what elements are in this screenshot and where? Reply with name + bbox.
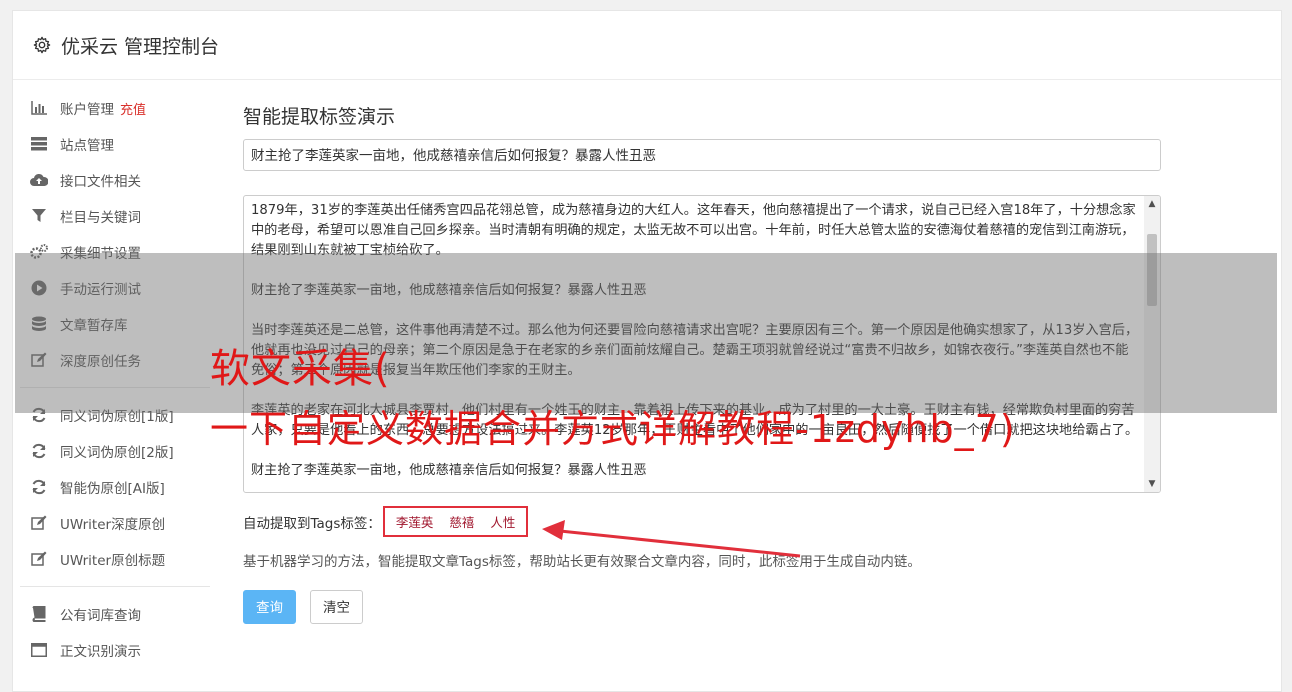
page-title: 优采云 管理控制台 <box>61 35 220 58</box>
tags-label: 自动提取到Tags标签： <box>243 515 381 532</box>
watermark-overlay <box>15 253 1277 413</box>
refresh-icon <box>30 442 48 460</box>
watermark-line-1: 软文采集( <box>210 346 391 392</box>
server-icon <box>30 135 48 153</box>
sidebar-item-label: 智能伪原创[AI版] <box>60 481 165 497</box>
sidebar-item-label: 公有词库查询 <box>60 608 141 624</box>
tags-highlight-box: 李莲英 慈禧 人性 <box>382 506 529 537</box>
watermark-line-2: 一下自定义数据合并方式详解教程-1zdyhb_7) <box>210 407 1016 451</box>
title-input[interactable]: 财主抢了李莲英家一亩地，他成慈禧亲信后如何报复？暴露人性丑恶 <box>243 139 1161 171</box>
bar-chart-icon <box>30 99 48 117</box>
sidebar-item-account[interactable]: 账户管理 充值 <box>20 90 210 126</box>
sidebar-item-label: UWriter原创标题 <box>60 553 166 569</box>
header: 优采云 管理控制台 <box>13 11 1281 80</box>
sidebar-item-label: 接口文件相关 <box>60 174 141 190</box>
tag-item: 李莲英 <box>391 511 438 532</box>
main-content: 智能提取标签演示 财主抢了李莲英家一亩地，他成慈禧亲信后如何报复？暴露人性丑恶 … <box>243 90 1163 624</box>
sidebar-item-columns[interactable]: 栏目与关键词 <box>20 198 210 234</box>
sidebar-item-ai-rewrite[interactable]: 智能伪原创[AI版] <box>20 469 210 505</box>
action-buttons: 查询 清空 <box>243 590 363 624</box>
edit-icon <box>30 550 48 568</box>
sidebar-item-label: 正文识别演示 <box>60 644 141 660</box>
scroll-up-icon[interactable]: ▲ <box>1144 196 1160 212</box>
tags-row: 自动提取到Tags标签： 李莲英 慈禧 人性 <box>243 506 529 537</box>
sidebar-divider <box>20 586 210 587</box>
gear-icon <box>33 36 51 54</box>
sidebar-item-body-recognition[interactable]: 正文识别演示 <box>20 632 210 668</box>
filter-icon <box>30 207 48 225</box>
sidebar-item-uwriter-deep[interactable]: UWriter深度原创 <box>20 505 210 541</box>
section-heading: 智能提取标签演示 <box>243 106 396 128</box>
query-button[interactable]: 查询 <box>243 590 296 624</box>
cloud-upload-icon <box>30 171 48 189</box>
sidebar-item-label: UWriter深度原创 <box>60 517 166 533</box>
sidebar-item-interface[interactable]: 接口文件相关 <box>20 162 210 198</box>
sidebar-item-label: 栏目与关键词 <box>60 210 141 226</box>
window-icon <box>30 641 48 659</box>
sidebar-item-label: 账户管理 <box>60 102 114 118</box>
sidebar-item-uwriter-title[interactable]: UWriter原创标题 <box>20 541 210 577</box>
sidebar-item-sites[interactable]: 站点管理 <box>20 126 210 162</box>
sidebar-item-label: 同义词伪原创[2版] <box>60 445 174 461</box>
sidebar-item-synonym-v2[interactable]: 同义词伪原创[2版] <box>20 433 210 469</box>
description-text: 基于机器学习的方法，智能提取文章Tags标签，帮助站长更有效聚合文章内容，同时，… <box>243 554 921 570</box>
book-icon <box>30 605 48 623</box>
scroll-down-icon[interactable]: ▼ <box>1144 476 1160 492</box>
refresh-icon <box>30 478 48 496</box>
clear-button[interactable]: 清空 <box>310 590 363 624</box>
sidebar-item-public-lexicon[interactable]: 公有词库查询 <box>20 596 210 632</box>
tag-item: 人性 <box>486 511 520 532</box>
recharge-badge[interactable]: 充值 <box>120 99 146 118</box>
sidebar-item-label: 站点管理 <box>60 138 114 154</box>
edit-icon <box>30 514 48 532</box>
tag-item: 慈禧 <box>445 511 479 532</box>
